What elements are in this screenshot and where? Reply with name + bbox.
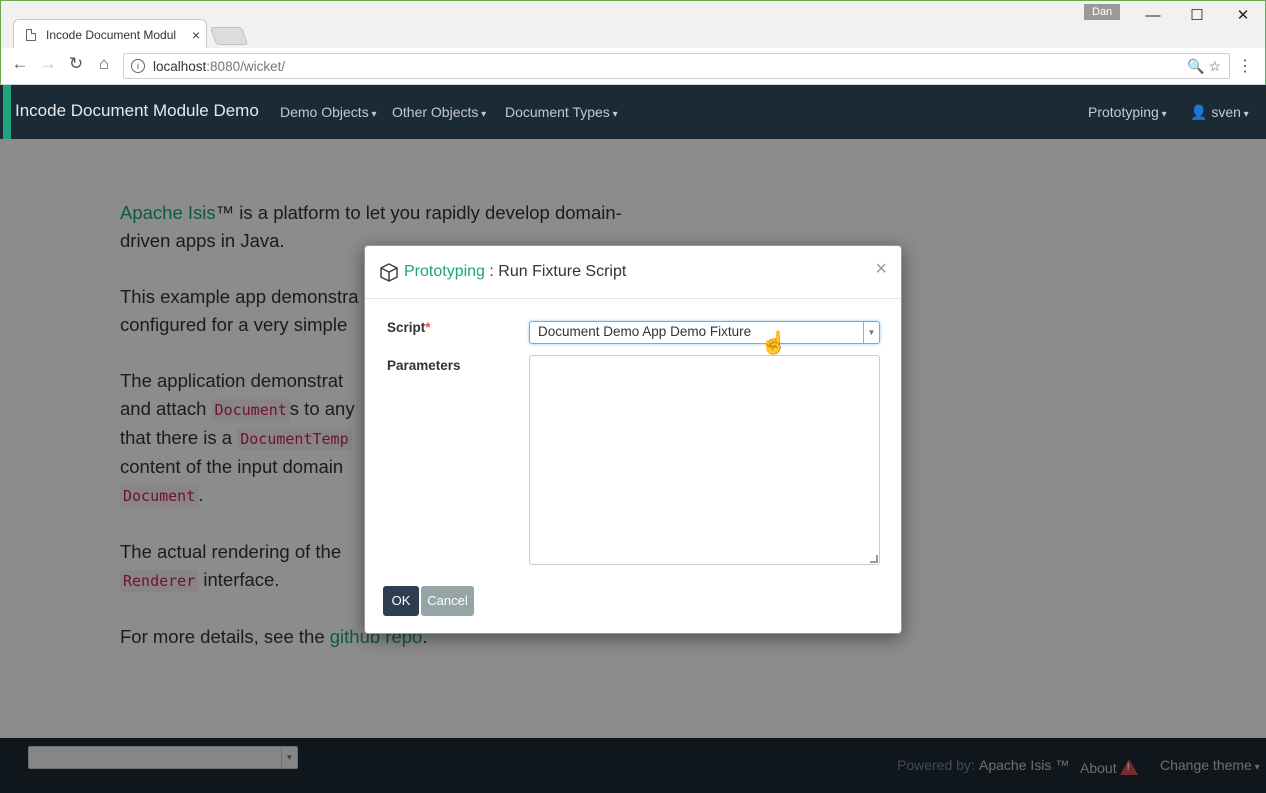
dropdown-arrow-icon[interactable]: ▼ — [863, 322, 879, 343]
back-icon[interactable]: ← — [8, 54, 32, 74]
reload-icon[interactable]: ↻ — [64, 54, 88, 74]
cube-icon — [380, 263, 398, 282]
browser-tab[interactable]: Incode Document Modul × — [13, 19, 207, 49]
url-path: :8080/wicket/ — [206, 58, 286, 74]
parameters-textarea[interactable] — [529, 355, 880, 565]
profile-badge[interactable]: Dan — [1084, 4, 1121, 20]
tab-title: Incode Document Modul — [46, 27, 177, 42]
script-label-text: Script — [387, 320, 426, 335]
user-name: sven — [1211, 104, 1248, 120]
maximize-button[interactable]: ☐ — [1177, 5, 1217, 27]
run-fixture-script-dialog: Prototyping : Run Fixture Script × Scrip… — [364, 245, 902, 634]
script-select[interactable]: Document Demo App Demo Fixture ▼ — [529, 321, 880, 344]
tab-close-icon[interactable]: × — [192, 27, 200, 43]
minimize-button[interactable]: — — [1133, 5, 1173, 27]
address-bar[interactable]: i localhost:8080/wicket/ 🔍 ☆ — [123, 53, 1230, 79]
user-icon: 👤 — [1190, 104, 1208, 120]
dialog-menu-name: Prototyping — [404, 263, 485, 280]
ok-button[interactable]: OK — [383, 586, 419, 616]
menu-prototyping[interactable]: Prototyping — [1088, 104, 1167, 120]
url-host: localhost — [153, 58, 207, 74]
app-brand[interactable]: Incode Document Module Demo — [15, 101, 259, 121]
parameters-label: Parameters — [387, 358, 461, 373]
close-dialog-icon[interactable]: × — [875, 258, 887, 281]
resize-handle-icon[interactable] — [870, 555, 878, 563]
script-label: Script* — [387, 320, 431, 335]
page-icon — [26, 28, 36, 41]
browser-menu-icon[interactable]: ⋮ — [1237, 56, 1253, 76]
info-icon[interactable]: i — [131, 59, 145, 73]
required-mark: * — [425, 320, 431, 335]
dialog-separator: : — [484, 263, 499, 280]
app-navbar: Incode Document Module Demo Demo Objects… — [0, 85, 1266, 139]
forward-icon[interactable]: → — [36, 54, 60, 74]
menu-demo-objects[interactable]: Demo Objects — [280, 104, 377, 120]
hand-cursor-icon: ☝ — [760, 330, 788, 355]
cancel-button[interactable]: Cancel — [421, 586, 474, 616]
dialog-title: Run Fixture Script — [498, 263, 627, 280]
zoom-and-star-icons[interactable]: 🔍 ☆ — [1187, 58, 1221, 75]
browser-titlebar: Incode Document Modul × Dan — ☐ ✕ — [0, 0, 1266, 49]
home-icon[interactable]: ⌂ — [92, 54, 116, 74]
dialog-header: Prototyping : Run Fixture Script × — [365, 246, 901, 299]
browser-toolbar: ← → ↻ ⌂ i localhost:8080/wicket/ 🔍 ☆ ⋮ — [0, 48, 1266, 85]
menu-document-types[interactable]: Document Types — [505, 104, 618, 120]
menu-other-objects[interactable]: Other Objects — [392, 104, 486, 120]
new-tab-button[interactable] — [209, 27, 249, 45]
navbar-accent — [3, 85, 11, 139]
user-menu[interactable]: 👤 sven — [1190, 104, 1249, 121]
close-window-button[interactable]: ✕ — [1223, 5, 1263, 27]
script-select-value: Document Demo App Demo Fixture — [538, 324, 752, 339]
